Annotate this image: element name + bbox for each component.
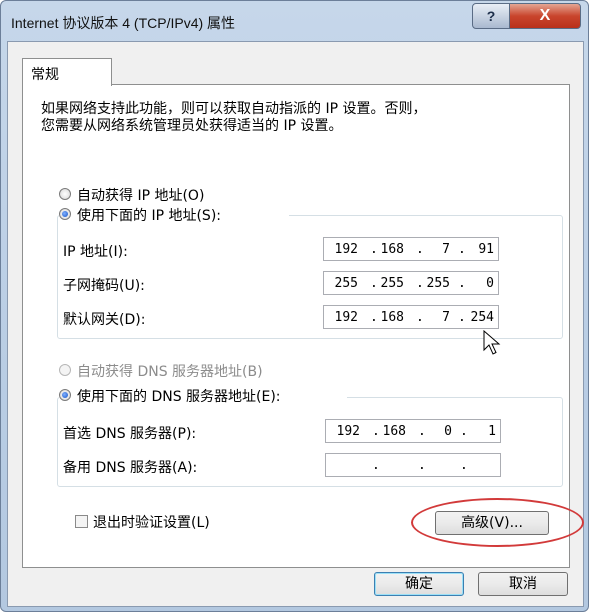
alternate-dns-field[interactable]: . . . bbox=[325, 453, 501, 477]
close-icon: X bbox=[539, 7, 551, 24]
ip-address-label: IP 地址(I): bbox=[63, 244, 128, 260]
tab-panel-general: 如果网络支持此功能，则可以获取自动指派的 IP 设置。否则， 您需要从网络系统管… bbox=[22, 84, 570, 568]
tab-general-label: 常规 bbox=[31, 67, 59, 83]
auto-dns-label[interactable]: 自动获得 DNS 服务器地址(B) bbox=[77, 361, 263, 381]
gateway-octet-4: 254 bbox=[470, 310, 494, 325]
ok-button-label: 确定 bbox=[405, 576, 433, 592]
cancel-button-label: 取消 bbox=[509, 576, 537, 592]
mask-octet-4: 0 bbox=[486, 276, 494, 291]
ip-octet-3: 7 bbox=[442, 242, 450, 257]
mask-octet-2: 255 bbox=[380, 276, 404, 291]
gateway-octet-1: 192 bbox=[334, 310, 358, 325]
ip-octet-2: 168 bbox=[380, 242, 404, 257]
ip-octet-1: 192 bbox=[334, 242, 358, 257]
gateway-octet-2: 168 bbox=[380, 310, 404, 325]
validate-checkbox[interactable] bbox=[75, 515, 88, 528]
auto-ip-label[interactable]: 自动获得 IP 地址(O) bbox=[77, 185, 204, 205]
intro-line-1: 如果网络支持此功能，则可以获取自动指派的 IP 设置。否则， bbox=[41, 101, 427, 117]
help-button[interactable]: ? bbox=[472, 3, 510, 29]
mask-octet-1: 255 bbox=[334, 276, 358, 291]
intro-line-2: 您需要从网络系统管理员处获得适当的 IP 设置。 bbox=[41, 118, 343, 134]
help-icon: ? bbox=[486, 8, 496, 24]
ip-octet-4: 91 bbox=[478, 242, 494, 257]
pdns-octet-3: 0 bbox=[444, 424, 452, 439]
pdns-octet-1: 192 bbox=[336, 424, 360, 439]
gateway-field[interactable]: 192. 168. 7. 254 bbox=[323, 305, 499, 329]
subnet-mask-field[interactable]: 255. 255. 255. 0 bbox=[323, 271, 499, 295]
dialog-window: Internet 协议版本 4 (TCP/IPv4) 属性 ? X 常规 如果网… bbox=[0, 0, 589, 612]
manual-ip-label[interactable]: 使用下面的 IP 地址(S): bbox=[77, 205, 221, 225]
highlight-ellipse-annotation bbox=[411, 498, 584, 547]
window-title: Internet 协议版本 4 (TCP/IPv4) 属性 bbox=[11, 15, 236, 31]
auto-dns-radio[interactable] bbox=[59, 364, 71, 376]
close-button[interactable]: X bbox=[509, 3, 581, 29]
mouse-cursor-icon bbox=[483, 330, 501, 355]
pdns-octet-2: 168 bbox=[382, 424, 406, 439]
ok-button[interactable]: 确定 bbox=[374, 572, 464, 596]
cancel-button[interactable]: 取消 bbox=[478, 572, 568, 596]
auto-ip-radio[interactable] bbox=[59, 188, 71, 200]
title-bar[interactable]: Internet 协议版本 4 (TCP/IPv4) 属性 ? X bbox=[1, 1, 588, 41]
mask-octet-3: 255 bbox=[426, 276, 450, 291]
manual-ip-radio[interactable] bbox=[59, 208, 71, 220]
validate-label[interactable]: 退出时验证设置(L) bbox=[93, 512, 210, 532]
manual-dns-label[interactable]: 使用下面的 DNS 服务器地址(E): bbox=[77, 386, 281, 406]
alternate-dns-label: 备用 DNS 服务器(A): bbox=[63, 460, 198, 476]
manual-dns-radio[interactable] bbox=[59, 389, 71, 401]
subnet-mask-label: 子网掩码(U): bbox=[63, 278, 145, 294]
intro-text: 如果网络支持此功能，则可以获取自动指派的 IP 设置。否则， 您需要从网络系统管… bbox=[41, 101, 426, 135]
gateway-label: 默认网关(D): bbox=[63, 312, 146, 328]
preferred-dns-field[interactable]: 192. 168. 0. 1 bbox=[325, 419, 501, 443]
preferred-dns-label: 首选 DNS 服务器(P): bbox=[63, 426, 197, 442]
pdns-octet-4: 1 bbox=[488, 424, 496, 439]
gateway-octet-3: 7 bbox=[442, 310, 450, 325]
tab-general[interactable]: 常规 bbox=[22, 58, 112, 86]
ip-address-field[interactable]: 192. 168. 7. 91 bbox=[323, 237, 499, 261]
